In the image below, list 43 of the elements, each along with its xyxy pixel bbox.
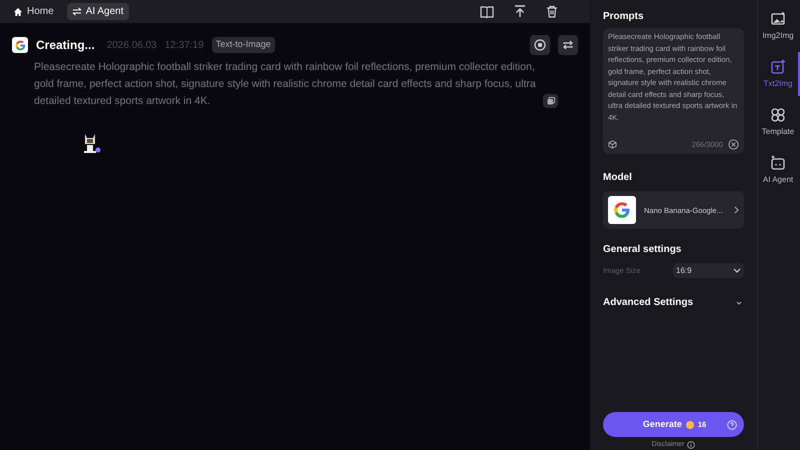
chevron-down-icon (733, 268, 741, 274)
swap-icon (72, 7, 82, 16)
clear-icon[interactable] (728, 139, 739, 150)
cancel-button[interactable] (530, 35, 550, 55)
side-nav-item[interactable]: Txt2Img (758, 52, 800, 96)
google-logo-icon (12, 37, 28, 53)
google-logo-icon (608, 196, 636, 224)
chevron-down-icon (736, 300, 742, 305)
generate-label: Generate (642, 418, 682, 431)
side-nav-item[interactable]: AI Agent (758, 148, 800, 192)
grid-icon (770, 106, 786, 122)
loading-mascot-drawing (82, 132, 102, 156)
advanced-settings-toggle[interactable]: Advanced Settings (603, 295, 744, 310)
trash-icon[interactable] (546, 5, 558, 18)
task-tag: Text-to-Image (212, 37, 275, 53)
image-icon (770, 10, 786, 26)
copy-icon (546, 97, 554, 105)
nav-tab[interactable]: AI Agent (66, 3, 128, 20)
info-icon (687, 441, 696, 449)
copy-button[interactable] (543, 94, 558, 108)
image-size-dropdown[interactable]: 16:9 (673, 263, 744, 278)
section-title: General settings (603, 243, 682, 258)
section-title: Prompts (603, 10, 645, 24)
section-title: Model (603, 171, 633, 186)
home-icon (13, 6, 23, 16)
chevron-right-icon (734, 206, 739, 214)
help-icon (727, 420, 737, 430)
text-image-icon (770, 58, 786, 74)
repeat-icon (562, 39, 574, 51)
task-title: Creating... (36, 37, 95, 54)
nav-tab[interactable]: Home (8, 3, 59, 20)
upload-icon[interactable] (514, 5, 526, 18)
side-nav-item[interactable]: Img2Img (758, 4, 800, 48)
coin-icon (686, 420, 694, 428)
task-date: 2026.06.03 (106, 38, 157, 52)
stop-icon (534, 39, 546, 51)
robot-icon (770, 154, 786, 170)
cube-icon[interactable] (608, 140, 617, 150)
side-nav-item[interactable]: Template (758, 100, 800, 144)
prompt-text: Pleasecreate Holographic football striker trading card with rainbow foil reflections, premium collector edition, gold frame, perfect action shot, signature style with realistic chrome detail card effects and sharp focus, ultra detailed textured sports artwork in 4K. (34, 60, 537, 109)
book-icon[interactable] (480, 6, 494, 18)
regenerate-button[interactable] (558, 35, 578, 55)
task-time: 12:37:19 (164, 38, 204, 52)
